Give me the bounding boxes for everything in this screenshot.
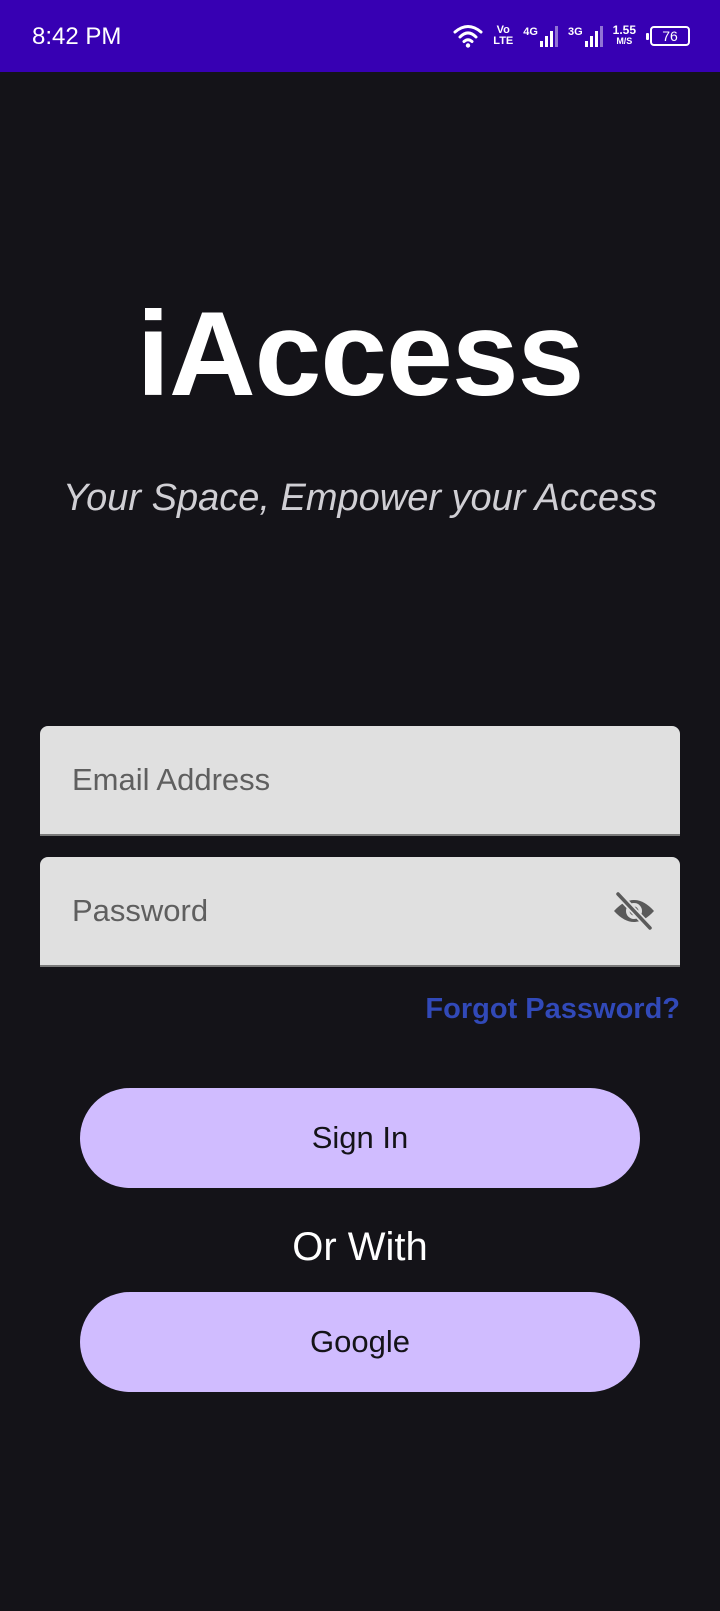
email-field[interactable]	[72, 726, 612, 834]
or-with-label: Or With	[292, 1225, 428, 1269]
eye-off-icon[interactable]	[612, 891, 656, 931]
network-type-label: 3G	[567, 26, 583, 38]
status-icons: Vo LTE 4G 3G 1.55 M/S 76	[453, 20, 690, 52]
forgot-password-link[interactable]: Forgot Password?	[425, 990, 680, 1028]
app-tagline: Your Space, Empower your Access	[62, 477, 658, 519]
app-title: iAccess	[136, 287, 585, 421]
volte-bottom-label: LTE	[493, 35, 514, 47]
network-type-label: 4G	[523, 26, 538, 38]
signal-icon	[539, 25, 558, 47]
signal-group-2: 3G	[568, 25, 603, 47]
volte-indicator: Vo LTE	[493, 25, 513, 47]
status-time: 8:42 PM	[32, 23, 122, 50]
password-field-container	[40, 857, 680, 967]
google-sign-in-button[interactable]: Google	[80, 1292, 640, 1392]
email-field-container	[40, 726, 680, 836]
signal-icon	[584, 25, 603, 47]
status-bar: 8:42 PM Vo LTE 4G 3G 1.55 M/S 76	[0, 0, 720, 72]
speed-unit: M/S	[616, 36, 633, 46]
sign-in-button[interactable]: Sign In	[80, 1088, 640, 1188]
signal-group-1: 4G	[523, 25, 558, 47]
password-field[interactable]	[72, 857, 612, 965]
wifi-icon	[453, 25, 483, 48]
speed-value: 1.55	[612, 23, 636, 37]
battery-icon: 76	[646, 26, 690, 46]
network-speed: 1.55 M/S	[612, 23, 636, 47]
battery-level: 76	[662, 28, 678, 44]
